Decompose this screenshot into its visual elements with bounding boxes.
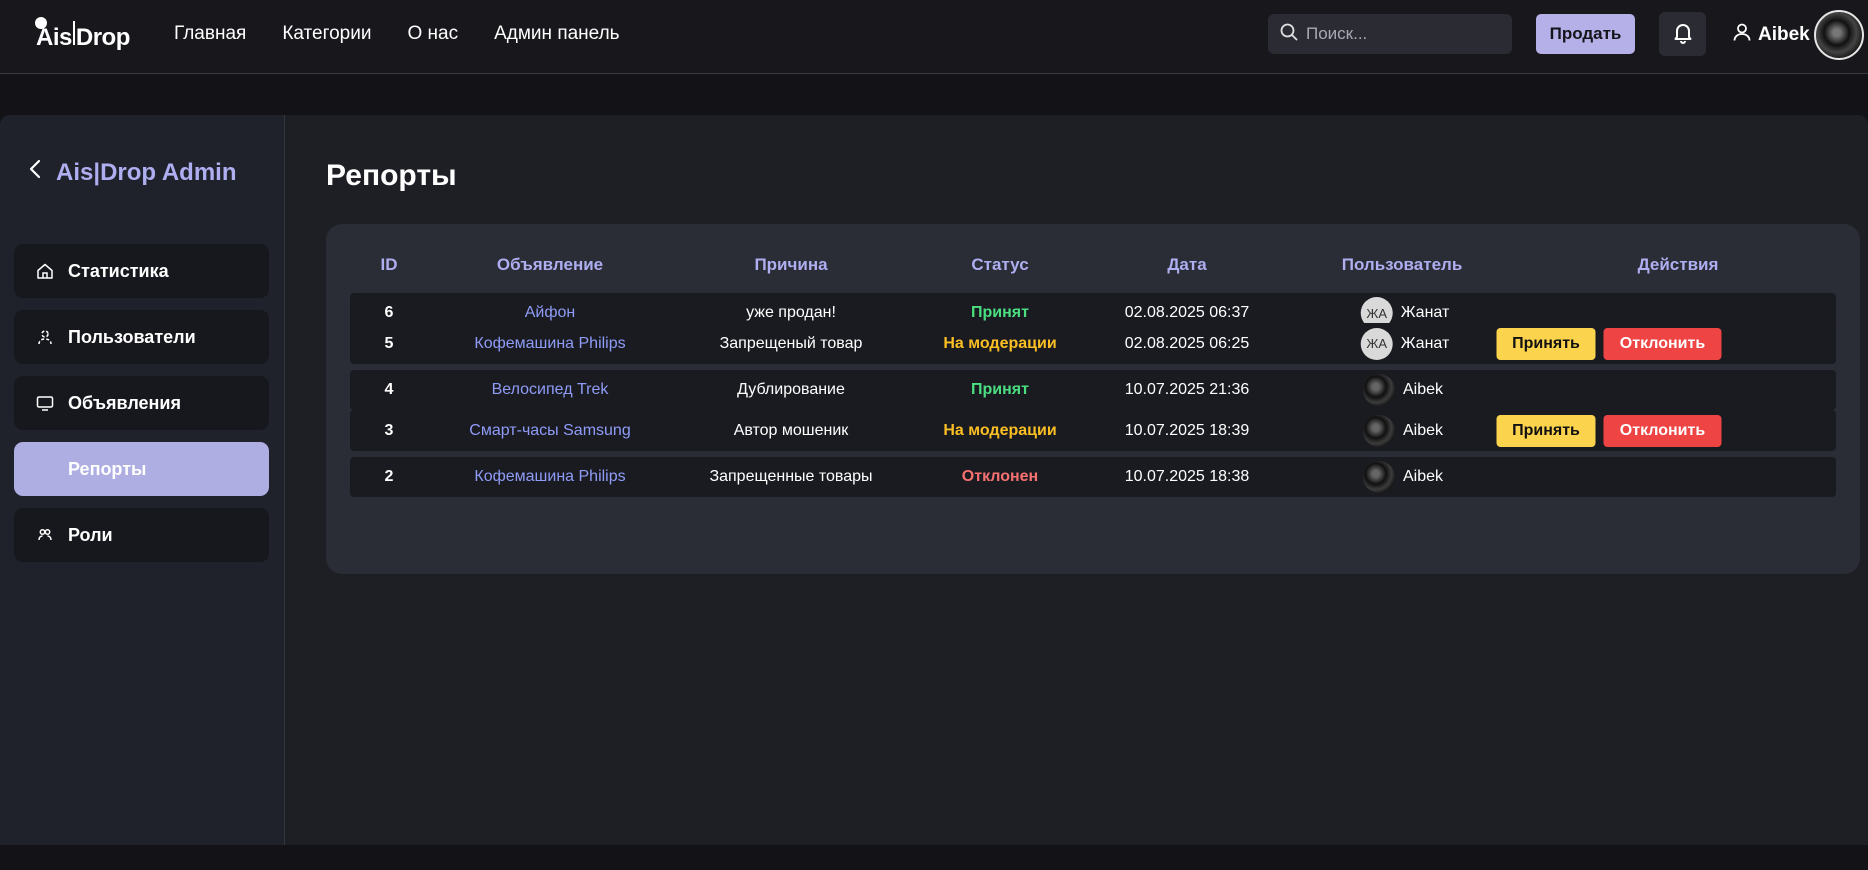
report-id: 5 [384,334,394,352]
nav-link-home[interactable]: Главная [174,22,246,46]
report-id: 2 [384,468,394,485]
report-date: 02.08.2025 06:37 [1124,304,1250,321]
sidebar-item-label: Репорты [68,458,147,479]
accept-button[interactable]: Принять [1496,327,1596,360]
page-title: Репорты [326,159,457,192]
bell-icon [1671,20,1695,49]
search-input[interactable] [1306,24,1506,44]
admin-layout: Ais|Drop Admin Статистика Пользователи О… [0,115,1868,845]
sell-button[interactable]: Продать [1536,14,1635,54]
table-row: 4 Велосипед Trek Дублирование Принят 10.… [350,370,1836,410]
report-reason: уже продан! [746,304,836,321]
logo-text: Ais Drop [36,20,130,52]
avatar [1362,374,1395,406]
reporter-name: Aibek [1402,421,1444,439]
report-reason: Автор мошеник [733,421,849,439]
report-id: 6 [384,304,394,321]
column-header-user: Пользователь [1341,255,1463,274]
avatar [1362,414,1395,447]
user-menu[interactable]: Aibek [1732,22,1810,48]
column-header-listing: Объявление [496,255,604,274]
table-row: 2 Кофемашина Philips Запрещенные товары … [350,457,1836,497]
search-box[interactable] [1268,14,1512,54]
reporter-user[interactable]: Aibek [1362,461,1444,493]
avatar[interactable] [1814,10,1864,60]
report-id: 3 [384,421,394,439]
report-date: 10.07.2025 18:39 [1124,421,1250,439]
reject-button[interactable]: Отклонить [1603,327,1722,360]
status-badge: Принят [971,304,1029,321]
table-row: 5 Кофемашина Philips Запрещеный товар На… [350,323,1836,364]
sidebar-item-label: Статистика [68,260,169,281]
row-actions: Принять Отклонить [1496,414,1722,447]
notifications-button[interactable] [1659,12,1706,56]
sidebar-item-listings[interactable]: Объявления [14,376,269,430]
search-icon [1280,23,1298,46]
users-icon [36,328,54,346]
report-reason: Дублирование [737,381,845,398]
column-header-reason: Причина [754,255,828,274]
status-badge: На модерации [943,421,1057,439]
listing-link[interactable]: Смарт-часы Samsung [469,422,630,440]
admin-sidebar: Ais|Drop Admin Статистика Пользователи О… [0,115,285,845]
reporter-name: Жанат [1400,334,1450,352]
status-badge: Отклонен [961,468,1039,485]
sidebar-item-reports[interactable]: Репорты [14,442,269,496]
status-badge: Принят [971,381,1029,398]
listing-link[interactable]: Велосипед Trek [492,381,609,399]
column-header-id: ID [380,255,398,274]
sidebar-item-label: Пользователи [68,326,196,347]
nav-link-admin-panel[interactable]: Админ панель [494,22,619,46]
user-icon [1732,22,1752,48]
report-reason: Запрещенные товары [709,468,873,485]
report-date: 10.07.2025 21:36 [1124,381,1250,398]
status-badge: На модерации [943,334,1057,352]
table-header: ID Объявление Причина Статус Дата Пользо… [350,255,1836,281]
accept-button[interactable]: Принять [1496,414,1596,447]
report-reason: Запрещеный товар [719,334,863,352]
main-nav: Главная Категории О нас Админ панель [174,22,620,46]
sidebar-item-roles[interactable]: Роли [14,508,269,562]
reporter-user[interactable]: Aibek [1362,414,1444,447]
reporter-name: Жанат [1400,304,1450,321]
listing-link[interactable]: Кофемашина Philips [474,335,625,353]
reports-icon [36,460,54,478]
reject-button[interactable]: Отклонить [1603,414,1722,447]
reporter-user[interactable]: ЖА Жанат [1360,327,1450,360]
avatar: ЖА [1360,327,1393,360]
reports-table: ID Объявление Причина Статус Дата Пользо… [326,224,1860,574]
nav-link-about[interactable]: О нас [407,22,458,46]
sidebar-item-label: Объявления [68,392,181,413]
roles-icon [36,526,54,544]
top-navbar: Ais Drop Главная Категории О нас Админ па… [0,0,1868,74]
reporter-name: Aibek [1402,381,1444,398]
column-header-date: Дата [1167,255,1207,274]
listing-link[interactable]: Айфон [525,304,576,322]
avatar [1362,461,1395,493]
row-actions: Принять Отклонить [1496,327,1722,360]
site-logo[interactable]: Ais Drop [35,17,130,54]
nav-link-categories[interactable]: Категории [282,22,371,46]
report-id: 4 [384,381,394,398]
report-date: 02.08.2025 06:25 [1124,334,1250,352]
sidebar-item-users[interactable]: Пользователи [14,310,269,364]
report-date: 10.07.2025 18:38 [1124,468,1250,485]
column-header-actions: Действия [1637,255,1719,274]
reporter-user[interactable]: Aibek [1362,374,1444,406]
sidebar-item-statistics[interactable]: Статистика [14,244,269,298]
listing-link[interactable]: Кофемашина Philips [474,468,625,486]
reporter-name: Aibek [1402,468,1444,485]
home-icon [36,262,54,280]
monitor-icon [36,394,54,412]
sidebar-item-label: Роли [68,524,113,545]
chevron-left-icon[interactable] [28,158,42,187]
table-row: 3 Смарт-часы Samsung Автор мошеник На мо… [350,410,1836,451]
username-label: Aibek [1758,24,1810,45]
column-header-status: Статус [971,255,1029,274]
logo-mark [35,17,47,29]
admin-title-text: Ais|Drop Admin [56,158,237,186]
admin-title[interactable]: Ais|Drop Admin [28,158,237,187]
